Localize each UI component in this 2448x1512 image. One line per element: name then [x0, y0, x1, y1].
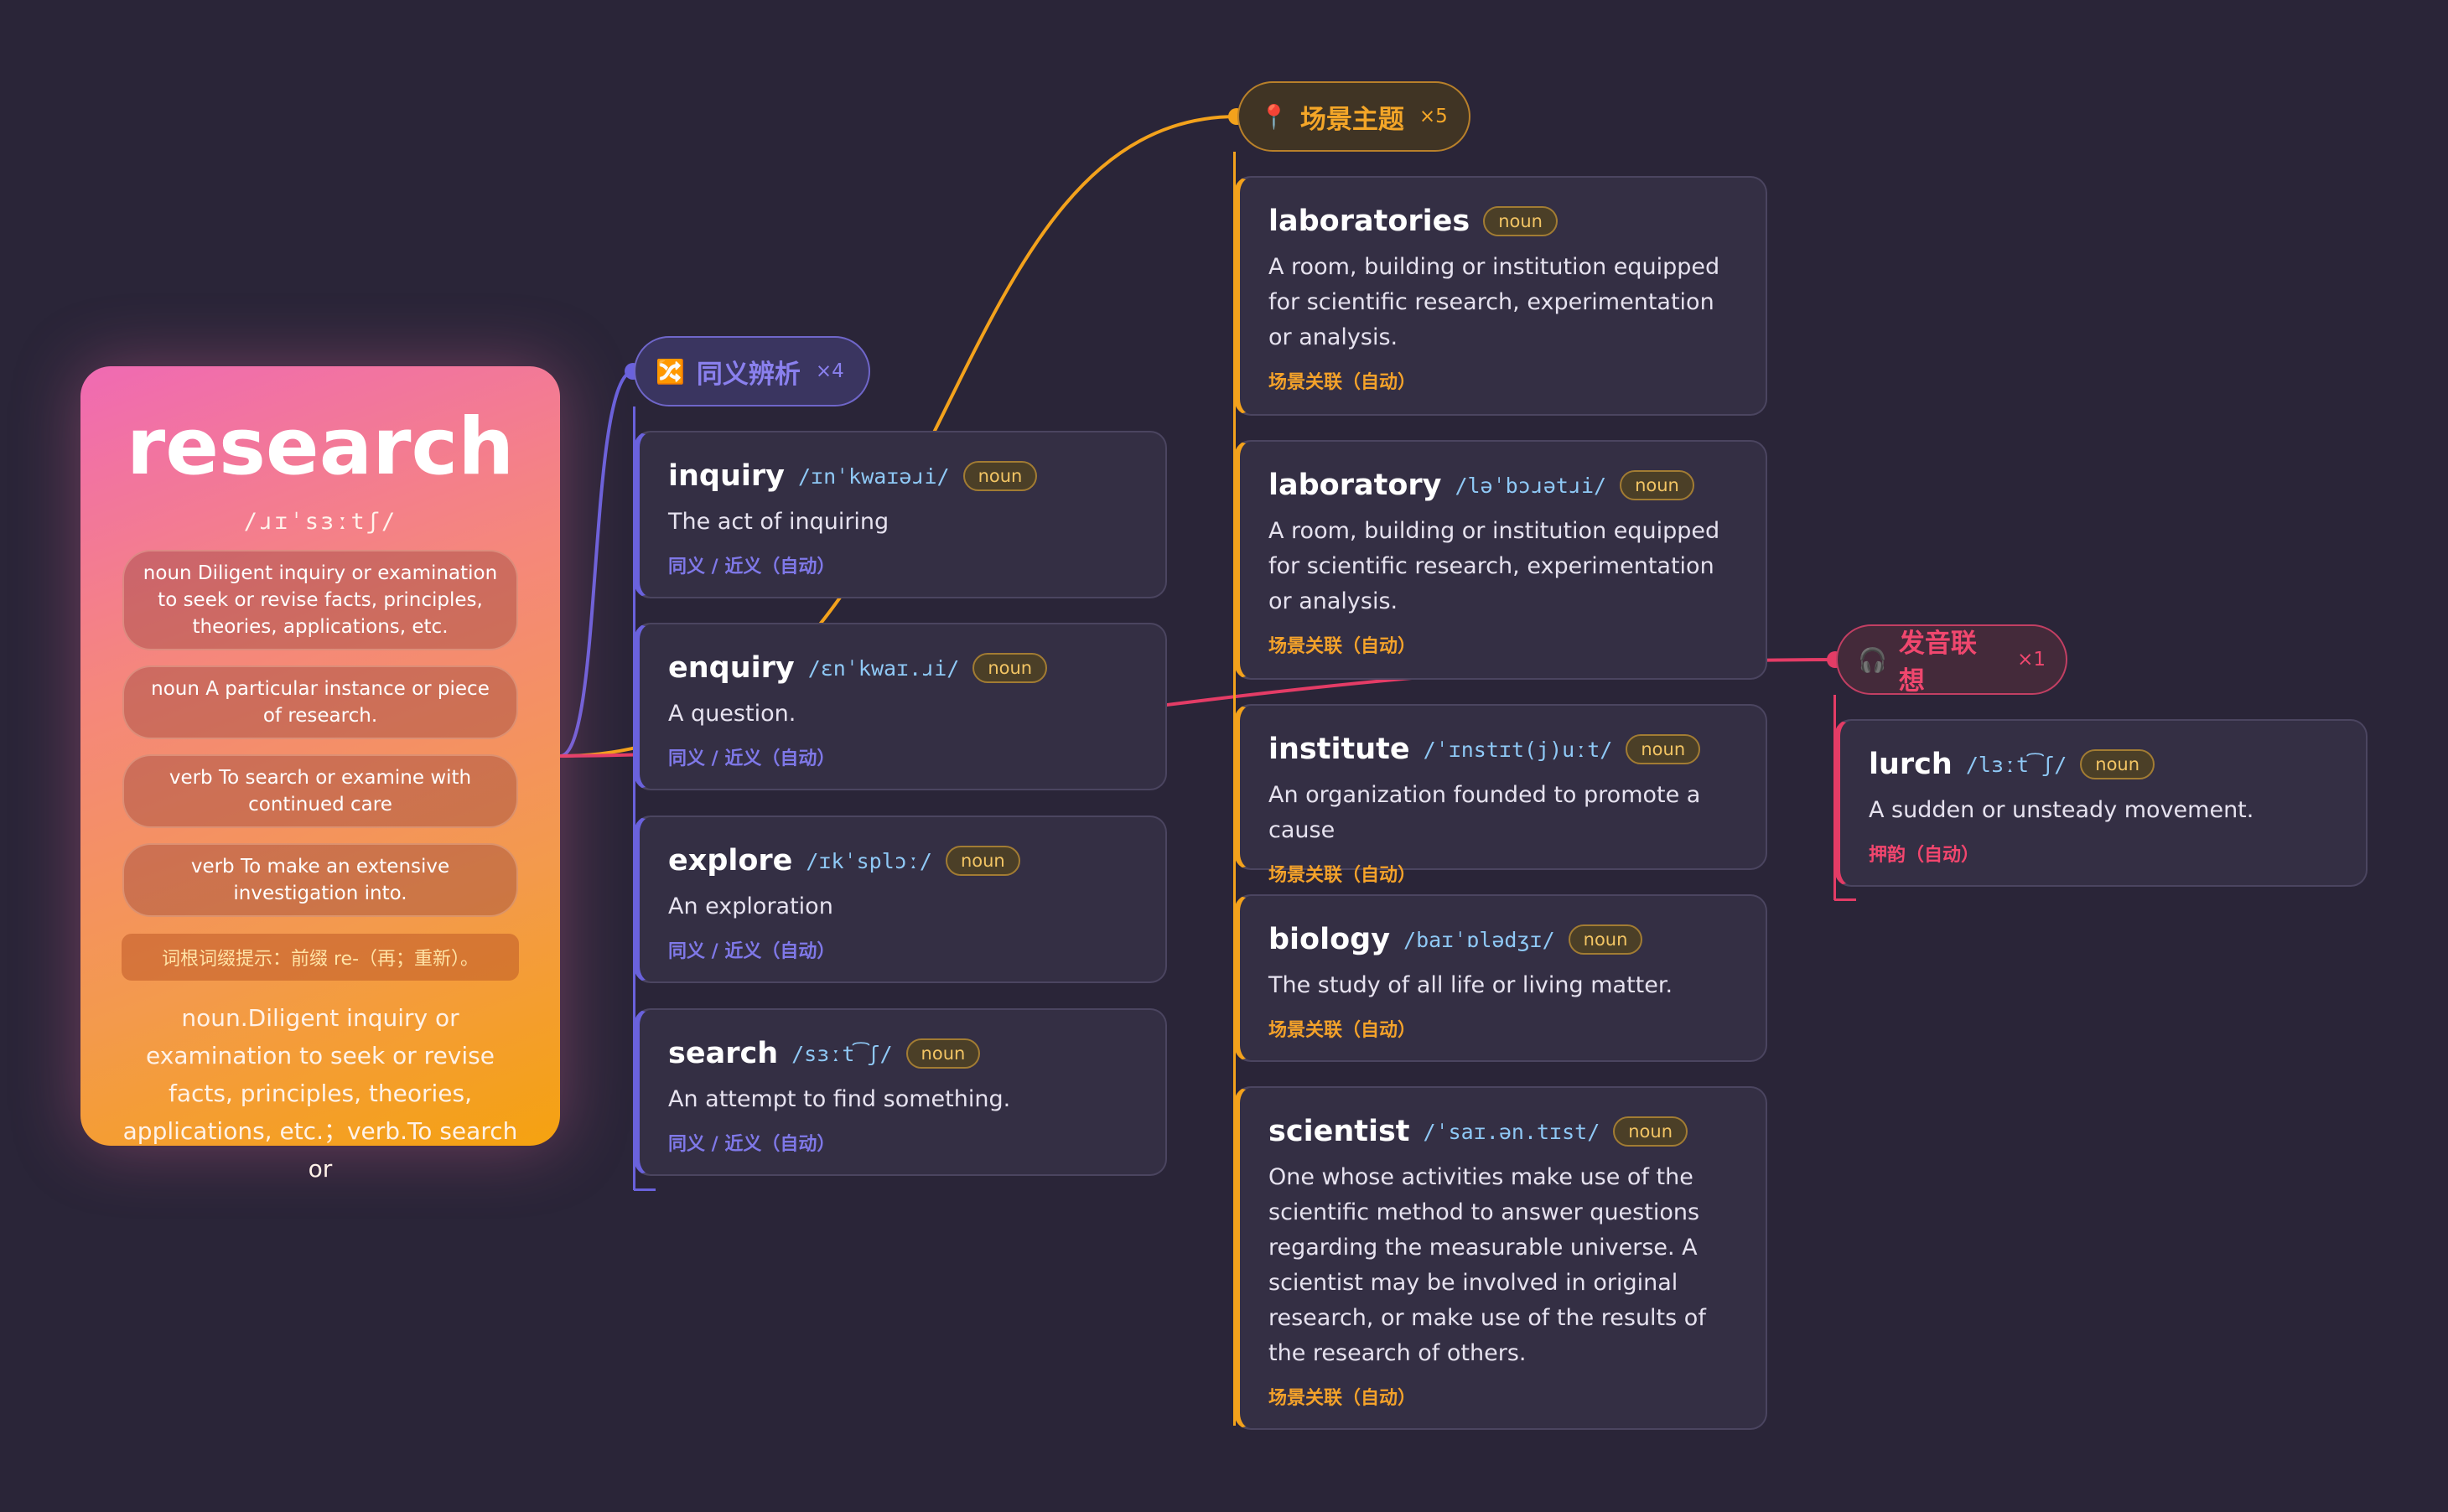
definition-pill[interactable]: noun Diligent inquiry or examination to … [122, 550, 518, 650]
card-definition: The act of inquiring [668, 509, 889, 535]
card-word: scientist [1268, 1115, 1410, 1148]
pos-badge: noun [905, 1038, 981, 1069]
word-card-institute[interactable]: institute /ˈɪnstɪt(j)uːt/ noun An organi… [1234, 704, 1767, 886]
card-definition: A sudden or unsteady movement. [1869, 797, 2254, 823]
card-phonetic: /ɪnˈkwaɪəɹi/ [797, 463, 950, 489]
headphones-icon: 🎧 [1858, 645, 1887, 674]
word-card-lurch[interactable]: lurch /lɜːt͡ʃ/ noun A sudden or unsteady… [1834, 719, 2368, 887]
card-definition: An attempt to find something. [668, 1086, 1011, 1112]
word-card-scientist[interactable]: scientist /ˈsaɪ.ən.tɪst/ noun One whose … [1234, 1086, 1767, 1430]
definition-pill[interactable]: verb To search or examine with continued… [122, 754, 518, 828]
card-phonetic: /ɛnˈkwaɪ.ɹi/ [807, 655, 960, 681]
main-summary: noun.Diligent inquiry or examination to … [122, 1004, 518, 1183]
word-card-biology[interactable]: biology /baɪˈɒlədʒɪ/ noun The study of a… [1234, 894, 1767, 1062]
pos-badge: noun [1483, 206, 1558, 236]
definition-pill[interactable]: noun A particular instance or piece of r… [122, 665, 518, 739]
card-relation-tag: 同义 / 近义（自动） [668, 557, 836, 577]
group-count: ×1 [2017, 649, 2046, 671]
group-title: 同义辨析 [696, 359, 801, 390]
main-word: research [126, 401, 515, 493]
pos-badge: noun [2080, 749, 2155, 779]
card-definition: One whose activities make use of the sci… [1268, 1164, 1706, 1366]
word-card-search[interactable]: search /sɜːt͡ʃ/ noun An attempt to find … [634, 1008, 1167, 1176]
card-word: explore [668, 844, 793, 878]
card-relation-tag: 同义 / 近义（自动） [668, 941, 836, 962]
group-title: 发音联想 [1898, 629, 1977, 696]
card-word: lurch [1869, 748, 1953, 781]
pin-icon: 📍 [1259, 102, 1289, 131]
card-word: institute [1268, 733, 1410, 766]
card-definition: The study of all life or living matter. [1268, 972, 1673, 998]
group-count: ×4 [815, 360, 844, 382]
word-card-enquiry[interactable]: enquiry /ɛnˈkwaɪ.ɹi/ noun A question. 同义… [634, 623, 1167, 790]
card-relation-tag: 同义 / 近义（自动） [668, 1134, 836, 1155]
pos-badge: noun [1613, 1116, 1688, 1147]
card-relation-tag: 同义 / 近义（自动） [668, 748, 836, 769]
group-header-synonyms[interactable]: 🔀 同义辨析 ×4 [634, 336, 870, 406]
card-definition: A question. [668, 701, 796, 727]
card-definition: A room, building or institution equipped… [1268, 254, 1720, 350]
card-phonetic: /sɜːt͡ʃ/ [791, 1041, 893, 1066]
card-word: enquiry [668, 651, 795, 685]
root-hint: 词根词缀提示：前缀 re-（再；重新）。 [122, 934, 519, 981]
card-word: laboratory [1268, 469, 1442, 502]
group-title: 场景主题 [1299, 104, 1404, 135]
group-header-sound[interactable]: 🎧 发音联想 ×1 [1836, 624, 2067, 696]
card-word: inquiry [668, 459, 785, 493]
card-relation-tag: 场景关联（自动） [1268, 636, 1417, 657]
definition-pill[interactable]: verb To make an extensive investigation … [122, 843, 518, 917]
card-relation-tag: 场景关联（自动） [1268, 865, 1417, 886]
shuffle-icon: 🔀 [656, 357, 685, 386]
pos-badge: noun [1626, 734, 1701, 764]
card-definition: An organization founded to promote a cau… [1268, 782, 1701, 843]
card-relation-tag: 场景关联（自动） [1268, 372, 1417, 393]
card-relation-tag: 场景关联（自动） [1268, 1388, 1417, 1409]
group-header-scene[interactable]: 📍 场景主题 ×5 [1237, 81, 1470, 152]
sound-branch-end [1834, 898, 1856, 901]
card-definition: A room, building or institution equipped… [1268, 518, 1720, 614]
word-card-inquiry[interactable]: inquiry /ɪnˈkwaɪəɹi/ noun The act of inq… [634, 431, 1167, 598]
card-word: search [668, 1037, 779, 1070]
pos-badge: noun [972, 653, 1048, 683]
card-phonetic: /ˈɪnstɪt(j)uːt/ [1423, 737, 1613, 762]
card-relation-tag: 押韵（自动） [1869, 845, 1980, 866]
main-phonetic: /ɹɪˈsɜːtʃ/ [243, 509, 397, 535]
word-card-explore[interactable]: explore /ɪkˈsplɔː/ noun An exploration 同… [634, 816, 1167, 983]
card-phonetic: /ɪkˈsplɔː/ [806, 848, 932, 873]
word-card-laboratories[interactable]: laboratories noun A room, building or in… [1234, 176, 1767, 416]
card-phonetic: /ˈsaɪ.ən.tɪst/ [1423, 1119, 1600, 1144]
card-word: laboratories [1268, 205, 1470, 238]
pos-badge: noun [1568, 924, 1643, 955]
synonyms-branch-end [634, 1188, 656, 1191]
pos-badge: noun [1620, 470, 1694, 500]
pos-badge: noun [962, 461, 1038, 491]
link-to-synonyms [559, 370, 635, 758]
card-phonetic: /baɪˈɒlədʒɪ/ [1403, 927, 1555, 952]
word-card-laboratory[interactable]: laboratory /ləˈbɔɹətɹi/ noun A room, bui… [1234, 440, 1767, 680]
card-definition: An exploration [668, 893, 833, 919]
group-count: ×5 [1418, 106, 1448, 127]
main-word-card[interactable]: research /ɹɪˈsɜːtʃ/ noun Diligent inquir… [80, 366, 560, 1183]
card-phonetic: /ləˈbɔɹətɹi/ [1455, 473, 1607, 498]
card-phonetic: /lɜːt͡ʃ/ [1965, 752, 2067, 777]
pos-badge: noun [945, 846, 1020, 876]
card-relation-tag: 场景关联（自动） [1268, 1020, 1417, 1041]
card-word: biology [1268, 923, 1391, 956]
